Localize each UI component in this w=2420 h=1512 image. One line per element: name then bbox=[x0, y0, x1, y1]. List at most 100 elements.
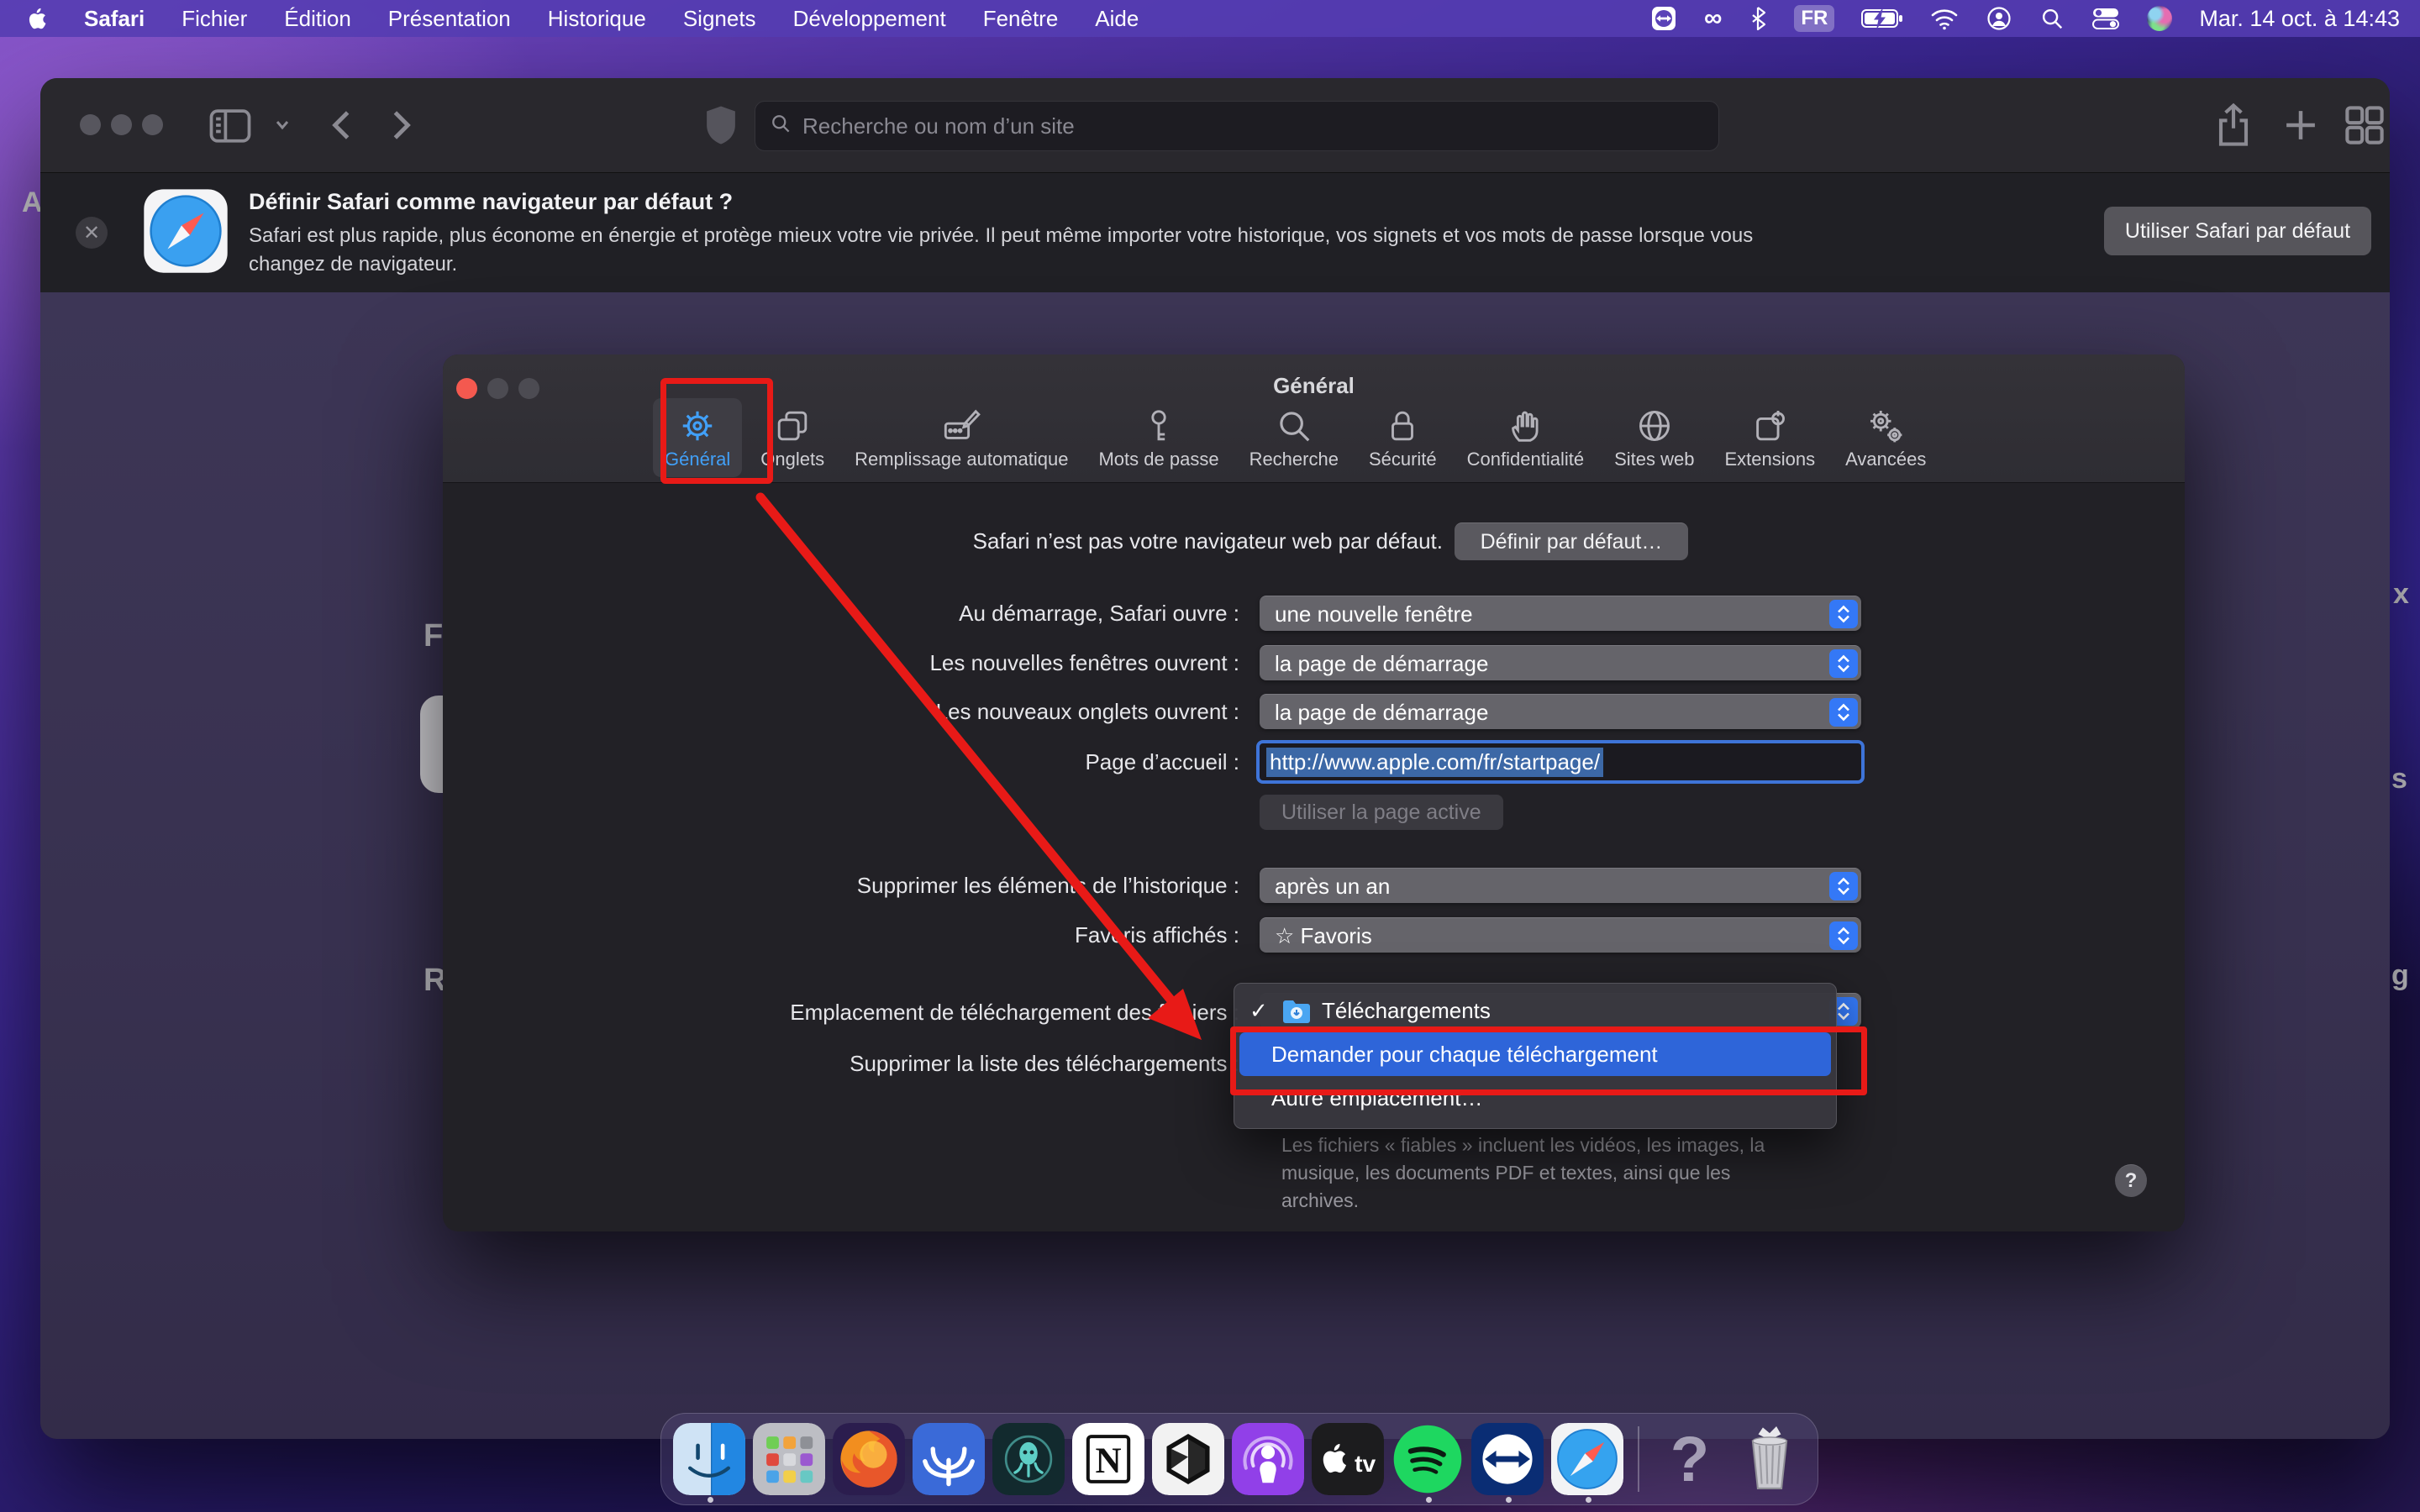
stepper-icon bbox=[1829, 649, 1858, 678]
desktop-fragment: A bbox=[22, 186, 43, 219]
tab-extensions[interactable]: Extensions bbox=[1713, 398, 1828, 477]
forward-icon[interactable] bbox=[375, 100, 425, 155]
dock-spotify-icon[interactable] bbox=[1392, 1423, 1464, 1495]
creative-cloud-status-icon[interactable]: ∞ bbox=[1704, 0, 1722, 37]
gears-icon bbox=[1866, 407, 1905, 445]
search-icon bbox=[769, 112, 792, 141]
bluetooth-icon[interactable] bbox=[1749, 0, 1767, 37]
use-safari-default-button[interactable]: Utiliser Safari par défaut bbox=[2104, 207, 2371, 255]
back-icon[interactable] bbox=[318, 100, 368, 155]
zoom-button[interactable] bbox=[142, 114, 163, 135]
tab-remplissage-automatique[interactable]: Remplissage automatique bbox=[843, 398, 1080, 477]
share-icon[interactable] bbox=[2208, 100, 2259, 155]
dock-podcasts-icon[interactable] bbox=[1232, 1423, 1304, 1495]
menu-fichier[interactable]: Fichier bbox=[182, 6, 247, 32]
homepage-label: Page d’accueil : bbox=[443, 744, 1239, 780]
search-placeholder: Recherche ou nom d’un site bbox=[802, 113, 1075, 139]
appletv-tv: tv bbox=[1355, 1450, 1376, 1477]
menu-developpement[interactable]: Développement bbox=[793, 6, 946, 32]
tab-confidentialite[interactable]: Confidentialité bbox=[1455, 398, 1596, 477]
safari-preferences-window: Général Général Onglets Remplissage auto… bbox=[443, 354, 2185, 1231]
desktop-fragment: g bbox=[2391, 959, 2409, 992]
star-icon: ☆ bbox=[1275, 923, 1294, 948]
tab-sites-web[interactable]: Sites web bbox=[1602, 398, 1706, 477]
dock-apple-tv-icon[interactable]: tv bbox=[1312, 1423, 1384, 1495]
default-browser-text: Safari n’est pas votre navigateur web pa… bbox=[443, 522, 1443, 559]
hand-icon bbox=[1506, 407, 1544, 445]
tab-overview-icon[interactable] bbox=[2339, 100, 2390, 155]
autofill-icon bbox=[942, 407, 981, 445]
dock-notion-icon[interactable]: N bbox=[1072, 1423, 1144, 1495]
use-current-page-button[interactable]: Utiliser la page active bbox=[1260, 795, 1503, 830]
banner-body: Safari est plus rapide, plus économe en … bbox=[249, 222, 1753, 279]
address-search-field[interactable]: Recherche ou nom d’un site bbox=[755, 101, 1719, 151]
dock-safari-icon[interactable] bbox=[1551, 1423, 1623, 1495]
user-account-icon[interactable] bbox=[1986, 0, 2012, 37]
menu-signets[interactable]: Signets bbox=[683, 6, 756, 32]
dock: N tv ? bbox=[660, 1413, 1818, 1505]
menu-bar: Safari Fichier Édition Présentation Hist… bbox=[0, 0, 2420, 37]
tabs-icon bbox=[773, 407, 812, 445]
banner-close-button[interactable]: ✕ bbox=[76, 217, 108, 249]
tab-securite[interactable]: Sécurité bbox=[1357, 398, 1449, 477]
tab-avancees[interactable]: Avancées bbox=[1833, 398, 1938, 477]
new-tabs-select[interactable]: la page de démarrage bbox=[1260, 694, 1861, 729]
tab-recherche[interactable]: Recherche bbox=[1238, 398, 1350, 477]
annotation-box-menu-item bbox=[1230, 1026, 1867, 1095]
battery-icon[interactable] bbox=[1861, 0, 1903, 37]
new-tab-icon[interactable] bbox=[2275, 100, 2326, 155]
privacy-shield-icon[interactable] bbox=[696, 100, 746, 155]
stepper-icon bbox=[1829, 921, 1858, 950]
dock-teamviewer-icon[interactable] bbox=[1471, 1423, 1544, 1495]
dock-coral-app-icon[interactable] bbox=[913, 1423, 985, 1495]
menu-presentation[interactable]: Présentation bbox=[388, 6, 511, 32]
menu-historique[interactable]: Historique bbox=[548, 6, 646, 32]
input-source-badge[interactable]: FR bbox=[1794, 5, 1834, 32]
dock-firefox-icon[interactable] bbox=[833, 1423, 905, 1495]
safari-toolbar: Recherche ou nom d’un site bbox=[40, 78, 2390, 172]
notion-n: N bbox=[1095, 1441, 1121, 1481]
siri-icon[interactable] bbox=[2147, 6, 2172, 31]
close-button[interactable] bbox=[80, 114, 101, 135]
extensions-icon bbox=[1750, 407, 1789, 445]
dock-trash-icon[interactable] bbox=[1733, 1423, 1806, 1495]
help-button[interactable]: ? bbox=[2115, 1164, 2147, 1197]
dock-missing-app-icon[interactable]: ? bbox=[1654, 1423, 1726, 1495]
sidebar-icon[interactable] bbox=[205, 100, 255, 155]
stepper-icon bbox=[1829, 600, 1858, 628]
menu-safari[interactable]: Safari bbox=[84, 6, 145, 32]
lock-icon bbox=[1383, 407, 1422, 445]
globe-icon bbox=[1635, 407, 1674, 445]
dock-finder-icon[interactable] bbox=[673, 1423, 745, 1495]
safari-app-icon bbox=[141, 186, 230, 280]
spotlight-search-icon[interactable] bbox=[2039, 0, 2065, 37]
new-windows-label: Les nouvelles fenêtres ouvrent : bbox=[443, 645, 1239, 680]
homepage-value: http://www.apple.com/fr/startpage/ bbox=[1266, 748, 1603, 777]
dock-squid-app-icon[interactable] bbox=[992, 1423, 1065, 1495]
menu-aide[interactable]: Aide bbox=[1095, 6, 1139, 32]
startup-select[interactable]: une nouvelle fenêtre bbox=[1260, 596, 1861, 631]
favorites-label: Favoris affichés : bbox=[443, 917, 1239, 953]
menu-edition[interactable]: Édition bbox=[284, 6, 351, 32]
apple-menu-icon[interactable] bbox=[25, 0, 47, 37]
default-browser-banner: ✕ Définir Safari comme navigateur par dé… bbox=[40, 172, 2390, 293]
menu-fenetre[interactable]: Fenêtre bbox=[983, 6, 1059, 32]
desktop-fragment: x bbox=[2393, 578, 2409, 611]
tab-mots-de-passe[interactable]: Mots de passe bbox=[1086, 398, 1230, 477]
menu-bar-clock[interactable]: Mar. 14 oct. à 14:43 bbox=[2199, 6, 2400, 32]
favorites-select[interactable]: ☆ Favoris bbox=[1260, 917, 1861, 953]
minimize-button[interactable] bbox=[111, 114, 132, 135]
dock-launchpad-icon[interactable] bbox=[753, 1423, 825, 1495]
chevron-down-icon[interactable] bbox=[269, 112, 296, 143]
history-select[interactable]: après un an bbox=[1260, 868, 1861, 903]
teamviewer-status-icon[interactable] bbox=[1650, 0, 1677, 37]
default-browser-row: Safari n’est pas votre navigateur web pa… bbox=[443, 522, 2185, 559]
wifi-icon[interactable] bbox=[1930, 0, 1959, 37]
desktop-fragment: s bbox=[2391, 763, 2407, 795]
dock-unity-icon[interactable] bbox=[1152, 1423, 1224, 1495]
set-default-button[interactable]: Définir par défaut… bbox=[1455, 522, 1688, 560]
control-center-icon[interactable] bbox=[2091, 0, 2120, 37]
banner-title: Définir Safari comme navigateur par défa… bbox=[249, 189, 733, 215]
new-windows-select[interactable]: la page de démarrage bbox=[1260, 645, 1861, 680]
homepage-field[interactable]: http://www.apple.com/fr/startpage/ bbox=[1256, 740, 1865, 784]
